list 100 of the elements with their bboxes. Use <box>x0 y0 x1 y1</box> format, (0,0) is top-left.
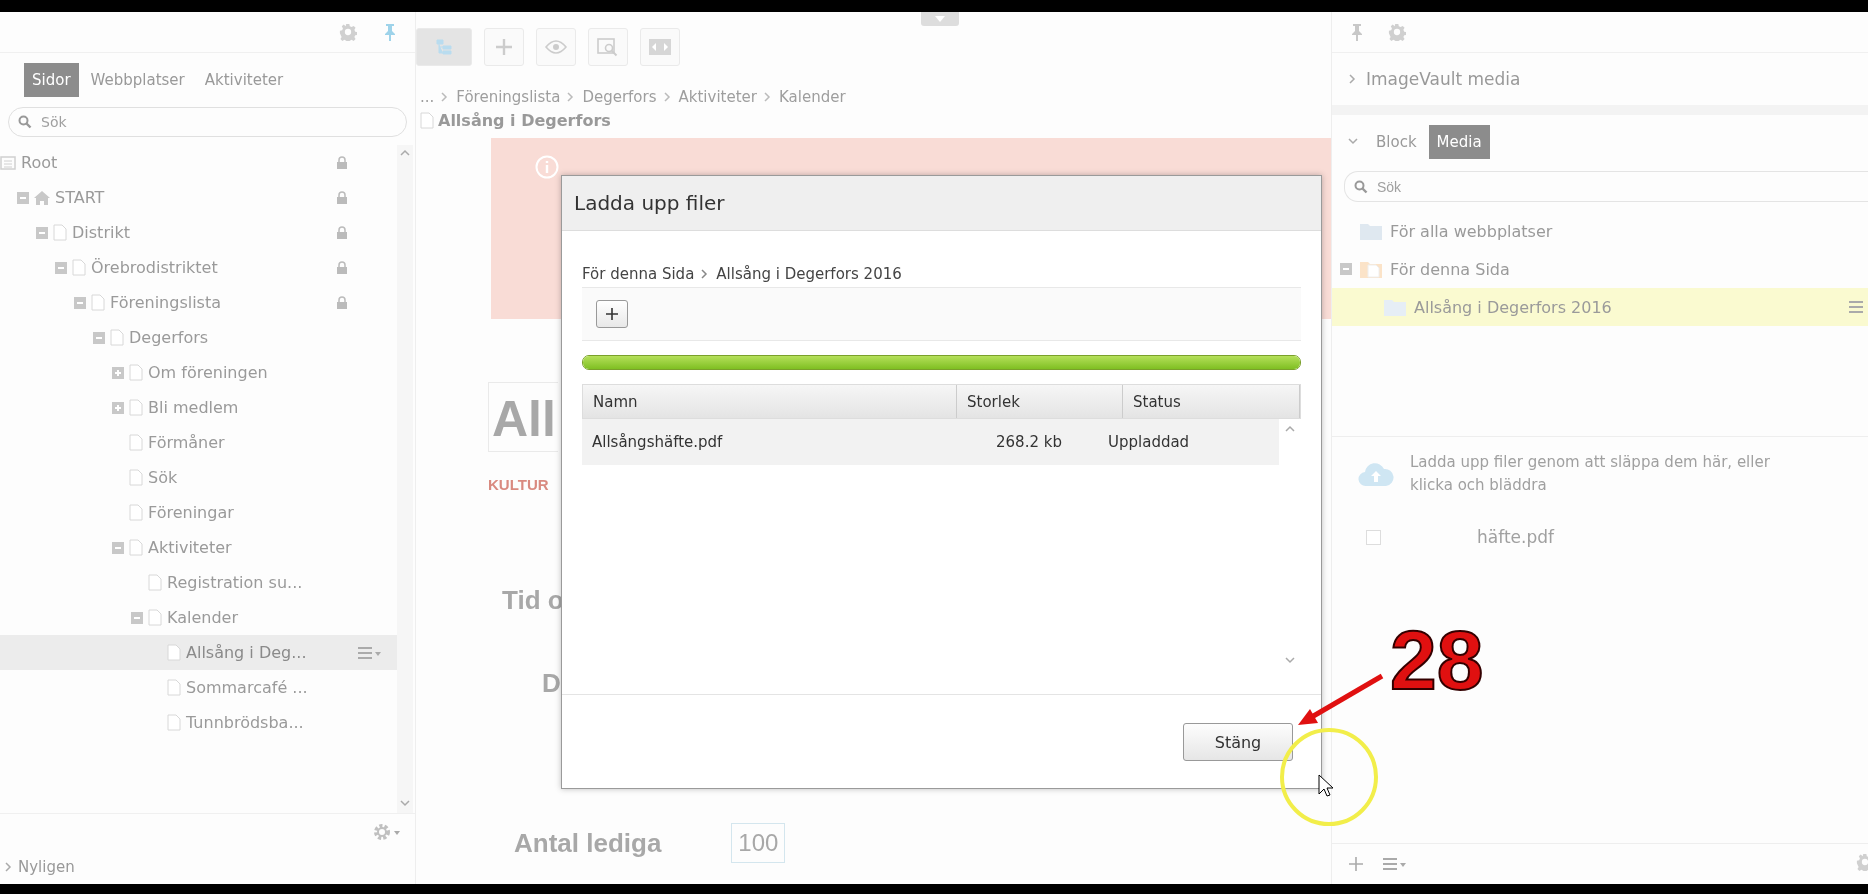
column-header[interactable]: Status <box>1123 385 1300 418</box>
tree-item[interactable]: Registration su... <box>0 565 397 600</box>
tab[interactable]: Block <box>1368 125 1425 159</box>
chevron-down-icon[interactable] <box>400 799 410 809</box>
toolbar-button[interactable] <box>640 28 680 66</box>
checkbox[interactable] <box>1366 529 1381 545</box>
page-icon <box>129 364 143 381</box>
path-segment[interactable]: För denna Sida <box>582 265 695 283</box>
collapse-icon[interactable] <box>55 261 67 274</box>
separator-icon <box>662 92 673 102</box>
page-icon <box>110 329 124 346</box>
tab[interactable]: Sidor <box>24 63 79 97</box>
file-name[interactable]: häfte.pdf <box>1477 527 1554 547</box>
collapse-icon[interactable] <box>112 541 124 554</box>
table-cell-text: Allsångshäfte.pdf <box>591 432 724 453</box>
page-icon <box>167 644 181 661</box>
page-title: Allsång i Degerfors <box>438 110 611 130</box>
tree-item[interactable]: Distrikt <box>0 215 397 250</box>
expand-icon[interactable] <box>112 401 124 414</box>
tree-item[interactable]: START <box>0 180 397 215</box>
tab[interactable]: Webbplatser <box>82 63 193 97</box>
toolbar-button[interactable] <box>536 28 576 66</box>
tree-item[interactable]: Allsång i Deg... <box>0 635 397 670</box>
plus-icon <box>605 307 619 321</box>
preview-icon <box>597 37 619 57</box>
chevron-right-icon[interactable] <box>1348 74 1358 84</box>
settings-icon[interactable] <box>339 23 357 41</box>
breadcrumb-link[interactable]: Föreningslista <box>456 88 561 106</box>
tree-item[interactable]: Degerfors <box>0 320 397 355</box>
menu-icon[interactable] <box>1382 857 1406 871</box>
chevron-down-icon[interactable] <box>1348 137 1358 147</box>
breadcrumb-link[interactable]: Degerfors <box>582 88 657 106</box>
page-icon <box>129 539 143 556</box>
tree-item[interactable]: För alla webbplatser <box>1332 212 1868 250</box>
pin-icon[interactable] <box>383 23 397 41</box>
tree-item[interactable]: Kalender <box>0 600 397 635</box>
tree-item[interactable]: Tunnbrödsba... <box>0 705 397 740</box>
settings-icon[interactable] <box>373 823 401 841</box>
cloud-upload-icon[interactable] <box>1358 461 1394 487</box>
step-number: 28 <box>1390 618 1484 702</box>
page-icon <box>167 714 181 731</box>
collapse-icon[interactable] <box>1340 263 1352 275</box>
page-icon <box>129 399 143 416</box>
tree-item[interactable]: Sök <box>0 460 397 495</box>
tree-item[interactable]: Örebrodistriktet <box>0 250 397 285</box>
tab[interactable]: Aktiviteter <box>196 63 292 97</box>
page-icon <box>53 224 67 241</box>
search-icon <box>1354 180 1368 194</box>
breadcrumb-link[interactable]: Aktiviteter <box>678 88 757 106</box>
tree-item[interactable]: Förmåner <box>0 425 397 460</box>
chevron-right-icon[interactable] <box>4 862 14 872</box>
expand-icon[interactable] <box>112 366 124 379</box>
tree-icon <box>434 37 454 57</box>
settings-icon[interactable] <box>1388 23 1406 41</box>
path-segment[interactable]: Allsång i Degerfors 2016 <box>716 265 902 283</box>
input-field[interactable]: 100 <box>731 823 786 863</box>
page-icon <box>167 679 181 696</box>
collapse-icon[interactable] <box>74 296 86 309</box>
chevron-down-icon[interactable] <box>1285 656 1295 666</box>
plus-icon[interactable] <box>1348 856 1364 872</box>
list-icon <box>0 154 16 171</box>
category-label: KULTUR <box>488 476 549 493</box>
tree-item[interactable]: Bli medlem <box>0 390 397 425</box>
menu-icon[interactable] <box>1848 300 1864 314</box>
menu-icon[interactable] <box>357 645 381 660</box>
tree-item[interactable]: Aktiviteter <box>0 530 397 565</box>
toolbar-button[interactable] <box>484 28 524 66</box>
tree-item[interactable]: Root <box>0 145 397 180</box>
close-button[interactable]: Stäng <box>1183 723 1293 761</box>
tree-item[interactable]: Föreningar <box>0 495 397 530</box>
pin-icon[interactable] <box>1350 23 1364 41</box>
tree-item[interactable]: Om föreningen <box>0 355 397 390</box>
collapse-icon[interactable] <box>36 226 48 239</box>
column-header[interactable]: Namn <box>583 385 957 418</box>
tree-item[interactable]: För denna Sida <box>1332 250 1868 288</box>
tree-item[interactable]: Sommarcafé ... <box>0 670 397 705</box>
recent-section-header[interactable]: Nyligen <box>18 858 75 876</box>
tab[interactable]: Media <box>1428 125 1490 159</box>
breadcrumb-link[interactable]: Kalender <box>778 88 846 106</box>
collapse-icon[interactable] <box>17 191 29 204</box>
tree-item[interactable]: Allsång i Degerfors 2016 <box>1332 288 1868 326</box>
tree-item[interactable]: Föreningslista <box>0 285 397 320</box>
page-icon <box>129 469 143 486</box>
toolbar-button[interactable] <box>588 28 628 66</box>
search-field[interactable]: Sök <box>1344 171 1868 202</box>
section-header[interactable]: ImageVault media <box>1366 69 1521 89</box>
collapse-icon[interactable] <box>93 331 105 344</box>
upload-hint[interactable]: Ladda upp filer genom att släppa dem här, eller klicka och bläddra <box>1410 451 1810 497</box>
breadcrumb-link[interactable]: ... <box>420 88 435 106</box>
search-field[interactable]: Sök <box>8 107 407 137</box>
toolbar-button[interactable] <box>416 28 472 66</box>
caret-icon[interactable] <box>921 12 959 26</box>
plus-icon <box>494 37 514 57</box>
eye-icon <box>545 39 567 55</box>
column-header[interactable]: Storlek <box>957 385 1123 418</box>
heading-field[interactable]: All <box>488 382 558 452</box>
page-icon <box>148 574 162 591</box>
add-file-button[interactable] <box>596 300 628 328</box>
collapse-icon[interactable] <box>131 611 143 624</box>
scrollbar[interactable] <box>397 145 413 813</box>
